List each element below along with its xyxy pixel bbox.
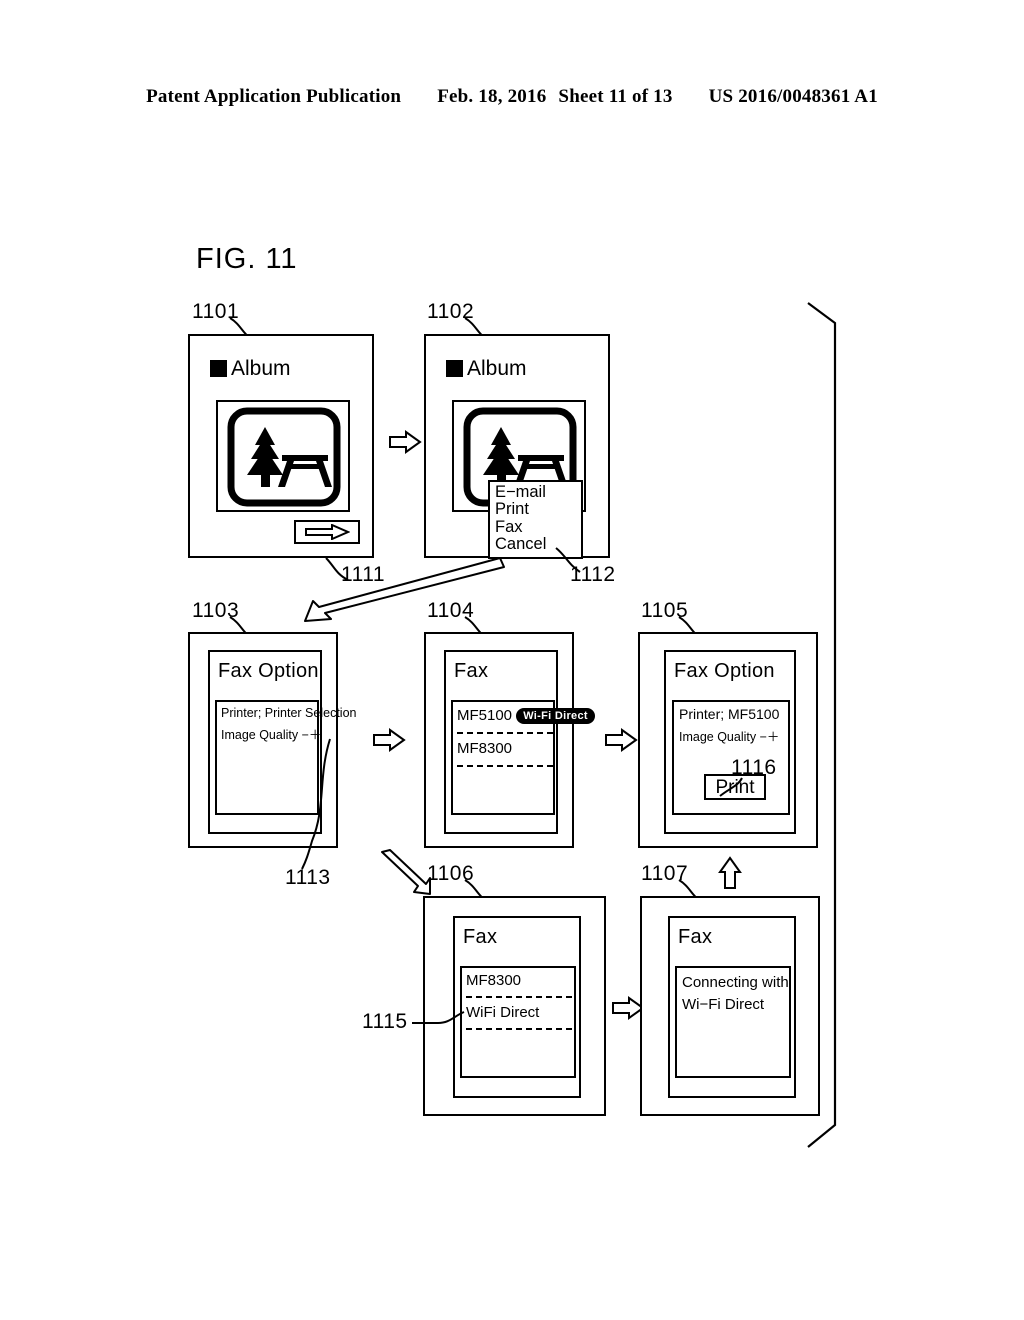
- right-arrow-icon: [305, 524, 350, 540]
- screen-title-1106: Fax: [463, 926, 498, 948]
- figure-title: FIG. 11: [196, 243, 298, 275]
- next-button-1111[interactable]: [294, 520, 360, 544]
- printer-row-mf8300[interactable]: MF8300: [457, 740, 512, 757]
- menu-item-print[interactable]: Print: [495, 500, 577, 518]
- publication-header: Patent Application Publication Feb. 18, …: [0, 86, 1024, 108]
- ref-label-1113: 1113: [285, 866, 331, 889]
- publication-label: Patent Application Publication: [146, 86, 402, 107]
- ref-label-1107: 1107: [641, 862, 689, 885]
- message-box-1107: Connecting with Wi−Fi Direct: [675, 966, 791, 1078]
- printer-list-1104: MF5100 Wi-Fi Direct MF8300: [451, 700, 595, 815]
- ref-label-1101: 1101: [192, 300, 240, 323]
- panel-1107-fax-connecting-screen: Fax Connecting with Wi−Fi Direct: [640, 896, 820, 1116]
- list-divider-2: [457, 765, 553, 767]
- arrow-1102-to-1103: [304, 557, 505, 622]
- panel-1101-album-screen: Album: [188, 334, 374, 558]
- connection-row-mf8300[interactable]: MF8300: [466, 972, 521, 989]
- screen-1103: Fax Option Printer; Printer Selection Im…: [208, 650, 356, 834]
- screen-title-1104: Fax: [454, 660, 489, 682]
- screen-1105: Fax Option Printer; MF5100 Image Quality…: [664, 650, 796, 834]
- screen-title-1105: Fax Option: [674, 660, 775, 682]
- screen-title-1107: Fax: [678, 926, 713, 948]
- option-row-printer-1105[interactable]: Printer; MF5100: [679, 706, 779, 722]
- ref-label-1116: 1116: [731, 756, 777, 779]
- menu-item-email[interactable]: E−mail: [495, 483, 577, 501]
- album-title-1102: Album: [467, 357, 527, 380]
- ref-label-1111: 1111: [341, 563, 386, 586]
- context-menu-1112[interactable]: E−mail Print Fax Cancel: [488, 480, 583, 559]
- screen-title-1103: Fax Option: [218, 660, 319, 682]
- option-row-printer-1103[interactable]: Printer; Printer Selection: [221, 706, 356, 720]
- ref-label-1115: 1115: [362, 1010, 408, 1033]
- connecting-message-line1: Connecting with: [682, 974, 789, 991]
- screen-1104: Fax MF5100 Wi-Fi Direct MF8300: [444, 650, 595, 834]
- campsite-picnic-icon[interactable]: [227, 407, 341, 507]
- photo-frame-1101: [216, 400, 350, 512]
- ref-label-1112: 1112: [570, 563, 616, 586]
- album-bullet-icon: [210, 360, 227, 377]
- option-list-1103: Printer; Printer Selection Image Quality…: [215, 700, 356, 815]
- option-row-image-quality-1105[interactable]: Image Quality −＋: [679, 726, 779, 745]
- album-bullet-icon: [446, 360, 463, 377]
- connection-row-wifi-direct-1115[interactable]: WiFi Direct: [466, 1004, 539, 1021]
- list-divider-3: [466, 996, 572, 998]
- list-divider-1: [457, 732, 553, 734]
- menu-item-fax[interactable]: Fax: [495, 518, 577, 536]
- panel-1106-fax-connection-list-screen: Fax MF8300 WiFi Direct: [423, 896, 606, 1116]
- arrow-1104-to-1105: [605, 728, 638, 752]
- ref-label-1104: 1104: [427, 599, 475, 622]
- printer-name-mf5100: MF5100: [457, 707, 513, 724]
- publication-date: Feb. 18, 2016: [437, 86, 547, 107]
- document-number: US 2016/0048361 A1: [708, 86, 878, 107]
- ref-label-1106: 1106: [427, 862, 475, 885]
- album-title-1101: Album: [231, 357, 291, 380]
- wifi-direct-badge: Wi-Fi Direct: [516, 708, 595, 724]
- ref-label-1103: 1103: [192, 599, 240, 622]
- menu-item-cancel[interactable]: Cancel: [495, 535, 577, 553]
- print-button-label: Print: [715, 776, 755, 798]
- album-title-row-1101: Album: [210, 358, 291, 379]
- printer-row-mf5100[interactable]: MF5100 Wi-Fi Direct: [457, 707, 595, 724]
- arrow-1107-to-1105: [718, 856, 742, 889]
- option-row-image-quality-1103[interactable]: Image Quality −＋: [221, 724, 321, 743]
- arrow-1101-to-1102: [389, 430, 422, 454]
- arrow-1103-to-1104: [373, 728, 406, 752]
- list-divider-4: [466, 1028, 572, 1030]
- ref-label-1105: 1105: [641, 599, 689, 622]
- panel-1104-fax-printer-list-screen: Fax MF5100 Wi-Fi Direct MF8300: [424, 632, 595, 848]
- album-title-row-1102: Album: [446, 358, 527, 379]
- connecting-message-line2: Wi−Fi Direct: [682, 996, 765, 1013]
- connection-list-1106: MF8300 WiFi Direct: [460, 966, 576, 1078]
- panel-1102-album-menu-screen: Album E−mail Print Fax Cancel: [424, 334, 610, 559]
- screen-1107: Fax Connecting with Wi−Fi Direct: [668, 916, 796, 1098]
- sheet-number: Sheet 11 of 13: [558, 86, 673, 107]
- ref-label-1102: 1102: [427, 300, 475, 323]
- screen-1106: Fax MF8300 WiFi Direct: [453, 916, 581, 1098]
- panel-1105-fax-option-print-screen: Fax Option Printer; MF5100 Image Quality…: [638, 632, 818, 848]
- panel-1103-fax-option-screen: Fax Option Printer; Printer Selection Im…: [188, 632, 356, 848]
